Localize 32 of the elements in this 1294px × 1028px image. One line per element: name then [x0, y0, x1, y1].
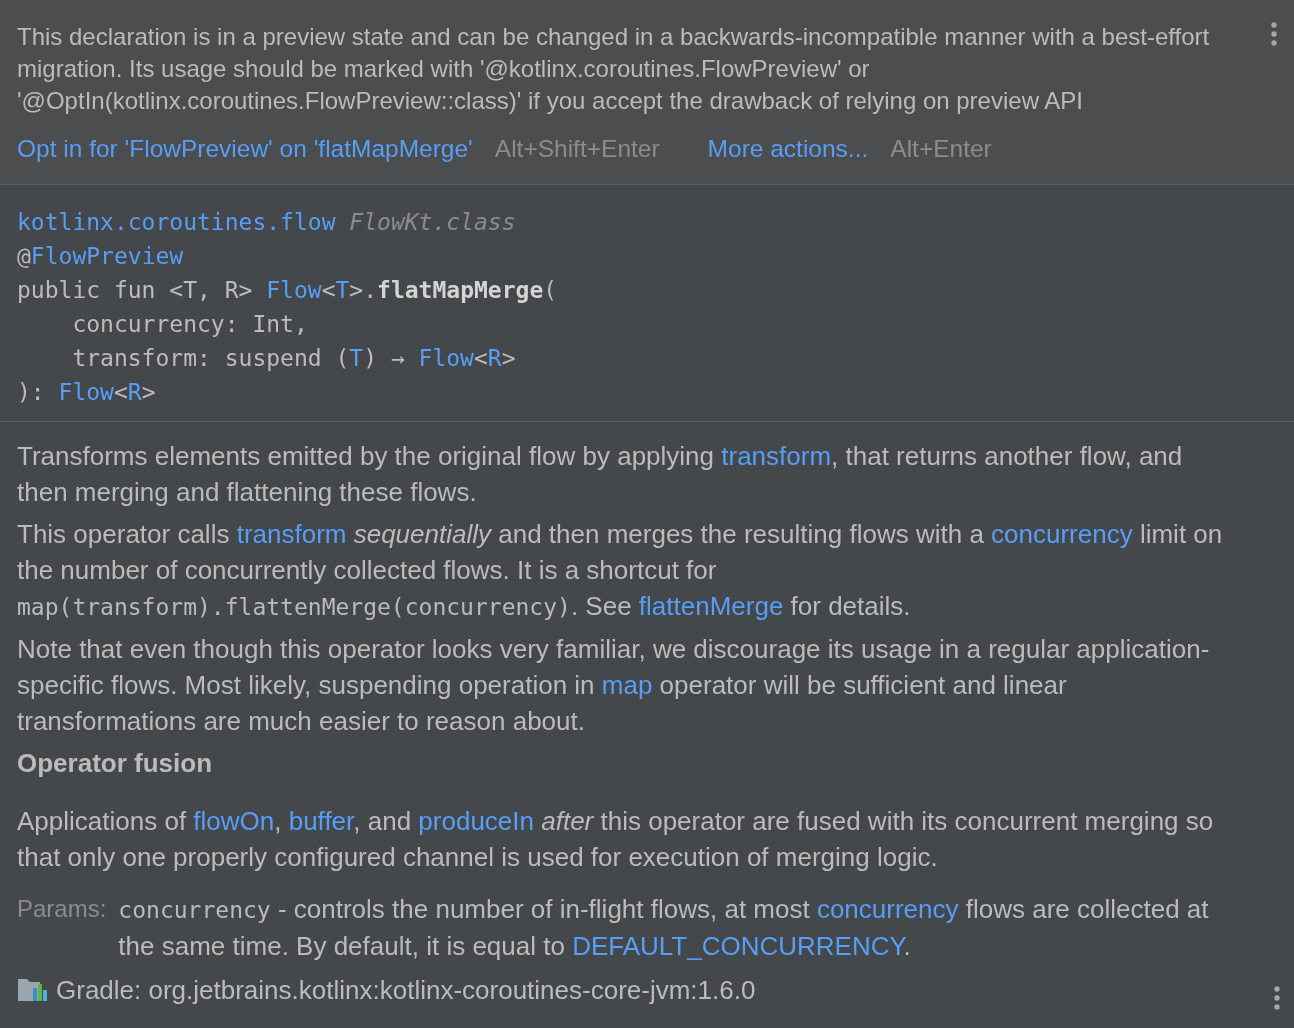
code-line: ): Flow<R>	[17, 378, 156, 407]
shortcut-hint: Alt+Shift+Enter	[494, 134, 660, 164]
action-link[interactable]: Opt in for 'FlowPreview' on 'flatMapMerge'	[17, 133, 473, 165]
more-options-icon[interactable]	[1271, 22, 1277, 46]
code-line: concurrency: Int,	[72, 310, 308, 339]
action-link[interactable]: More actions...	[707, 133, 869, 165]
params-label: Params:	[17, 894, 107, 924]
library-source: Gradle: org.jetbrains.kotlinx:kotlinx-coroutines-core-jvm:1.6.0	[56, 974, 756, 1007]
section-heading: Operator fusion	[17, 747, 212, 780]
code-line: public fun <T, R> Flow<T>.flatMapMerge(	[17, 276, 558, 305]
code-line: @FlowPreview	[17, 242, 184, 271]
link[interactable]: buffer	[288, 806, 354, 836]
doc-paragraph: This operator calls transform sequentially and then merges the resulting flows with a concurrency limit on the number of concurrently collected flows. It is a shortcut for map(transform).flattenMerge(concurrency). See flattenMerge for details.	[17, 518, 1224, 623]
link[interactable]: transform	[721, 441, 832, 471]
library-folder-icon	[18, 979, 50, 1001]
doc-paragraph: Applications of flowOn, buffer, and produceIn after this operator are fused with its concurrent merging so that only one properly configured channel is used for execution of merging logic.	[17, 805, 1215, 874]
link[interactable]: flowOn	[193, 806, 275, 836]
code-line: transform: suspend (T) → Flow<R>	[72, 344, 516, 373]
code-line: kotlinx.coroutines.flow FlowKt.class	[17, 208, 516, 237]
param-description: concurrency - controls the number of in-flight flows, at most concurrency flows are collected at the same time. By default, it is equal to DEFAULT_CONCURRENCY.	[118, 893, 1210, 963]
link[interactable]: flattenMerge	[638, 591, 784, 621]
link[interactable]: concurrency	[991, 519, 1133, 549]
doc-paragraph: Note that even though this operator looks very familiar, we discourage its usage in a regular application-specific flows. Most likely, suspending operation in map operator will be sufficient and linear transformations are much easier to reason about.	[17, 633, 1211, 738]
link[interactable]: produceIn	[418, 806, 534, 836]
shortcut-hint: Alt+Enter	[890, 134, 992, 164]
preview-notice: This declaration is in a preview state and can be changed in a backwards-incompatible manner with a best-effort migration. Its usage should be marked with '@kotlinx.coroutines.FlowPreview' or '@OptIn(kotlinx.coroutines.FlowPreview::class)' if you accept the drawback of relying on preview API	[17, 22, 1211, 116]
link[interactable]: transform	[236, 519, 347, 549]
link[interactable]: concurrency	[816, 894, 959, 924]
link[interactable]: map	[601, 670, 653, 700]
more-options-icon[interactable]	[1274, 986, 1280, 1010]
link[interactable]: DEFAULT_CONCURRENCY	[572, 931, 904, 961]
doc-paragraph: Transforms elements emitted by the original flow by applying transform, that returns another flow, and then merging and flattening these flows.	[17, 440, 1184, 509]
